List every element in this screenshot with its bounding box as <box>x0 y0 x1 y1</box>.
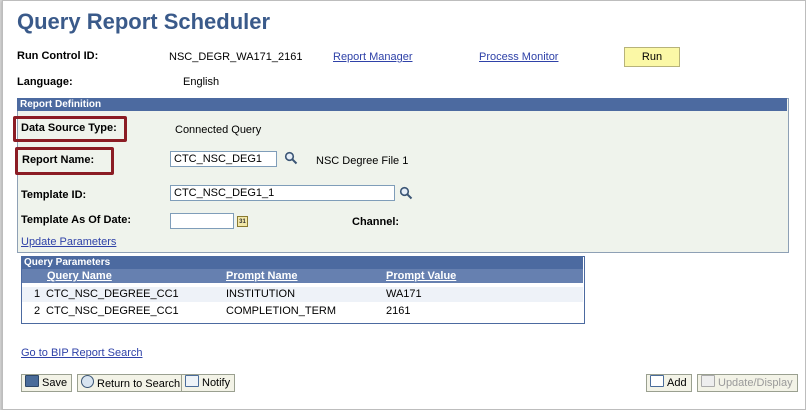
report-name-description: NSC Degree File 1 <box>316 155 409 167</box>
notify-button-label: Notify <box>202 377 231 389</box>
report-definition-section <box>17 98 789 253</box>
data-source-value: Connected Query <box>175 124 262 136</box>
prompt-name-cell: COMPLETION_TERM <box>226 305 337 317</box>
report-manager-link[interactable]: Report Manager <box>333 51 413 63</box>
bip-report-search-link[interactable]: Go to BIP Report Search <box>21 347 142 359</box>
template-id-field[interactable]: CTC_NSC_DEG1_1 <box>170 185 395 201</box>
report-name-label: Report Name: <box>22 154 95 166</box>
page-frame: Query Report Scheduler Run Control ID: N… <box>2 0 806 410</box>
add-button[interactable]: Add <box>646 374 692 392</box>
template-date-label: Template As Of Date: <box>21 214 132 226</box>
template-id-label: Template ID: <box>21 189 87 201</box>
save-button[interactable]: Save <box>21 374 73 392</box>
row-number: 1 <box>34 288 41 300</box>
update-display-label: Update/Display <box>718 377 793 389</box>
page-title: Query Report Scheduler <box>17 9 271 34</box>
add-button-label: Add <box>667 377 687 389</box>
notify-icon <box>185 375 199 387</box>
query-parameters-header: Query Parameters <box>21 256 583 269</box>
prompt-value-cell: WA171 <box>386 288 422 300</box>
language-label: Language: <box>17 76 73 88</box>
save-button-label: Save <box>42 377 68 389</box>
notify-button[interactable]: Notify <box>181 374 236 392</box>
prompt-name-column-header[interactable]: Prompt Name <box>223 269 383 283</box>
report-name-field[interactable]: CTC_NSC_DEG1 <box>170 151 277 167</box>
process-monitor-link[interactable]: Process Monitor <box>479 51 558 63</box>
run-control-label: Run Control ID: <box>17 50 99 62</box>
template-id-lookup-icon[interactable] <box>399 186 413 200</box>
add-icon <box>650 375 664 387</box>
prompt-name-cell: INSTITUTION <box>226 288 296 300</box>
data-source-label: Data Source Type: <box>21 122 117 134</box>
calendar-icon[interactable]: 31 <box>237 216 248 227</box>
run-control-value: NSC_DEGR_WA171_2161 <box>169 51 303 63</box>
report-definition-header: Report Definition <box>17 98 787 111</box>
template-date-field[interactable] <box>170 213 234 229</box>
query-name-cell: CTC_NSC_DEGREE_CC1 <box>46 305 179 317</box>
search-icon <box>81 375 94 388</box>
run-button[interactable]: Run <box>624 47 680 67</box>
prompt-value-cell: 2161 <box>386 305 411 317</box>
query-name-cell: CTC_NSC_DEGREE_CC1 <box>46 288 179 300</box>
query-name-column-header[interactable]: Query Name <box>44 269 223 283</box>
language-value: English <box>183 76 220 88</box>
row-number: 2 <box>34 305 41 317</box>
report-name-lookup-icon[interactable] <box>284 151 298 165</box>
update-parameters-link[interactable]: Update Parameters <box>21 236 116 248</box>
update-display-icon <box>701 375 715 387</box>
prompt-value-column-header[interactable]: Prompt Value <box>383 269 583 283</box>
save-icon <box>25 375 39 387</box>
channel-label: Channel: <box>352 216 400 228</box>
return-to-search-button[interactable]: Return to Search <box>77 374 186 392</box>
return-to-search-label: Return to Search <box>97 378 181 390</box>
update-display-button[interactable]: Update/Display <box>697 374 798 392</box>
row-number-column-header <box>22 269 44 283</box>
